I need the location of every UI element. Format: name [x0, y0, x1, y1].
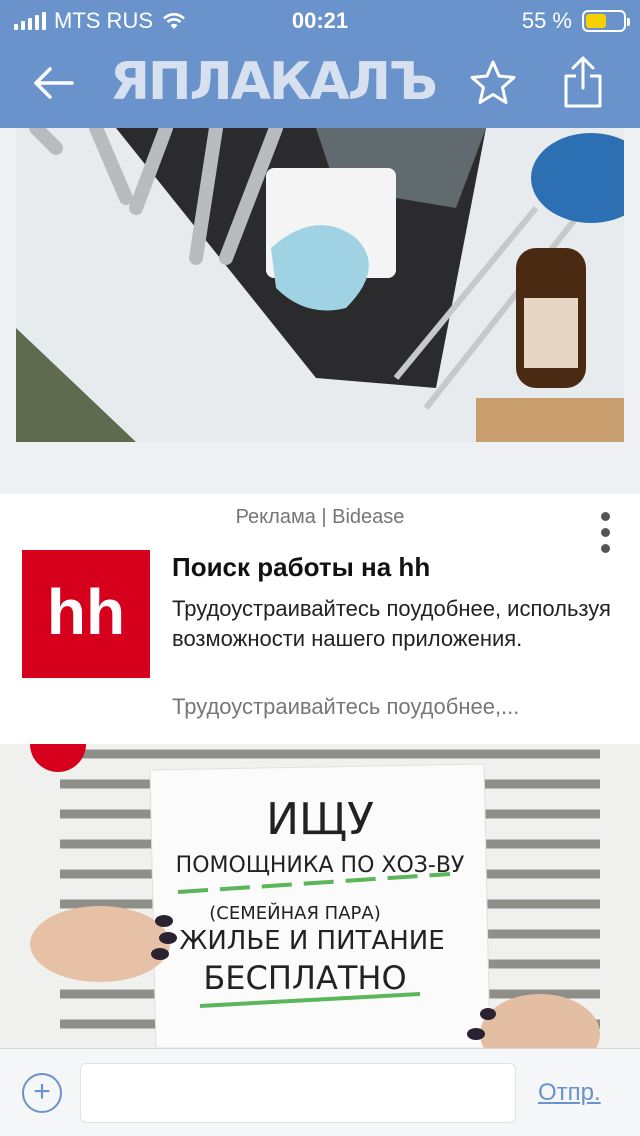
- ad-description: Трудоустраивайтесь поудобнее, используя …: [172, 596, 611, 651]
- status-bar: MTS RUS 00:21 55 %: [0, 0, 640, 40]
- share-icon[interactable]: [560, 54, 606, 110]
- arrow-left-icon[interactable]: [28, 60, 78, 106]
- ad-card[interactable]: Реклама | Bidease hh Поиск работы на hh …: [0, 494, 640, 744]
- grill-photo: [16, 128, 624, 442]
- sign-line-3: (СЕМЕЙНАЯ ПАРА): [209, 902, 380, 924]
- star-icon[interactable]: [468, 58, 518, 108]
- battery-percent: 55 %: [521, 8, 572, 33]
- ad-image[interactable]: ИЩУ ПОМОЩНИКА ПО ХОЗ-ВУ (СЕМЕЙНАЯ ПАРА) …: [0, 744, 640, 1048]
- sign-line-5: БЕСПЛАТНО: [203, 959, 406, 997]
- nav-bar: ЯПЛАКАЛЪ: [0, 40, 640, 128]
- app-header: MTS RUS 00:21 55 % ЯПЛАКАЛЪ: [0, 0, 640, 128]
- comment-input[interactable]: [80, 1063, 516, 1123]
- ad-sponsor-label: Реклама | Bidease: [235, 506, 405, 528]
- more-options-icon[interactable]: [596, 512, 614, 556]
- sign-line-1: ИЩУ: [266, 794, 374, 845]
- battery-fill: [586, 14, 606, 28]
- site-logo[interactable]: ЯПЛАКАЛЪ: [110, 50, 440, 114]
- post-image[interactable]: [16, 128, 624, 442]
- ad-description-short: Трудоустраивайтесь поудобнее,...: [172, 694, 520, 719]
- ad-title[interactable]: Поиск работы на hh: [172, 552, 430, 583]
- send-button[interactable]: Отпр.: [538, 1079, 601, 1107]
- sign-photo: ИЩУ ПОМОЩНИКА ПО ХОЗ-ВУ (СЕМЕЙНАЯ ПАРА) …: [0, 744, 640, 1048]
- attach-plus-icon[interactable]: +: [22, 1073, 62, 1113]
- status-right: 55 %: [521, 8, 630, 34]
- sign-line-4: ЖИЛЬЕ И ПИТАНИЕ: [179, 926, 444, 956]
- hh-logo[interactable]: hh: [22, 550, 150, 678]
- comment-bar: + Отпр.: [0, 1048, 640, 1136]
- battery-icon: [582, 10, 630, 32]
- sign-line-2: ПОМОЩНИКА ПО ХОЗ-ВУ: [176, 853, 465, 878]
